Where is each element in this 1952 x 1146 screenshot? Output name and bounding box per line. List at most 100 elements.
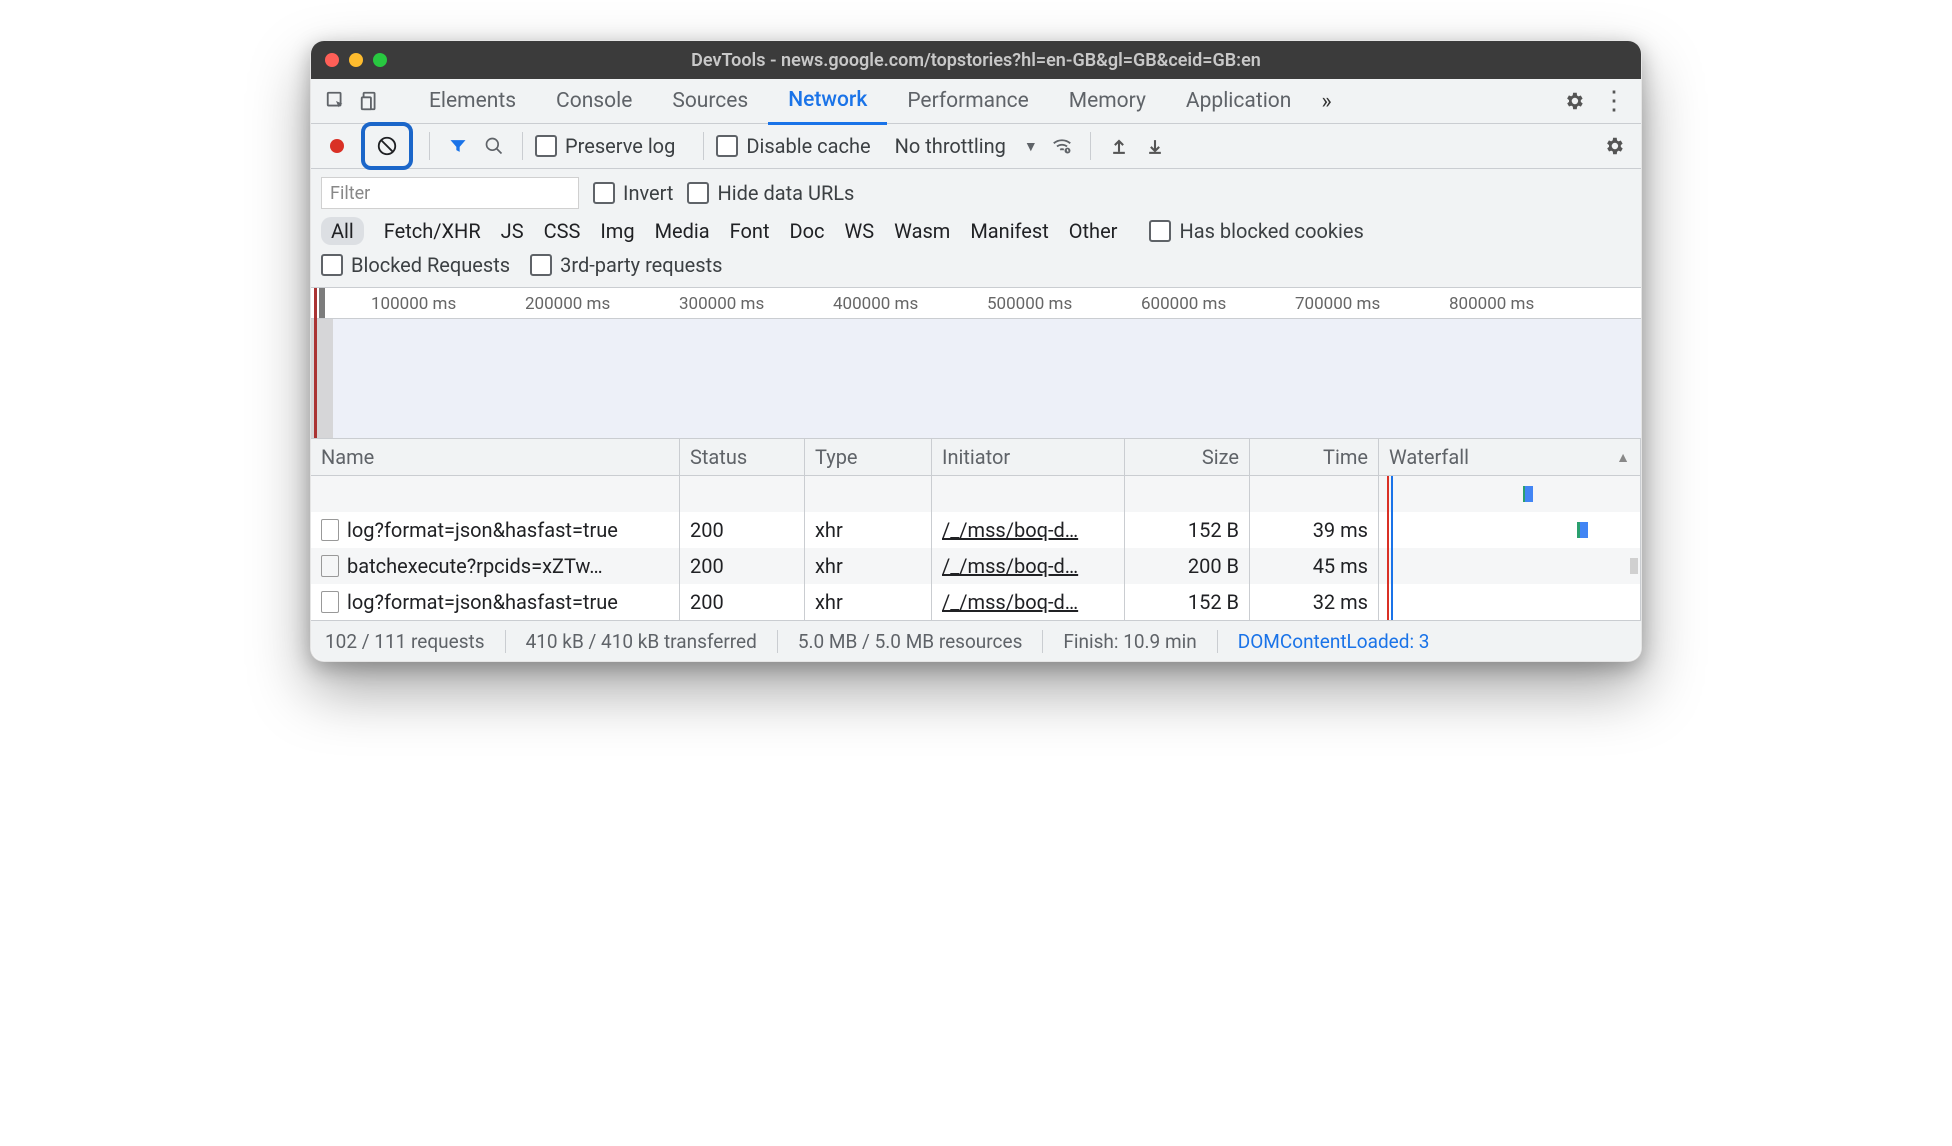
table-row[interactable]: log?format=json&hasfast=true 200 xhr /_/… [311, 512, 1641, 548]
tab-sources[interactable]: Sources [652, 79, 768, 123]
type-pill-other[interactable]: Other [1069, 219, 1118, 243]
request-size: 152 B [1125, 512, 1250, 548]
window-title: DevTools - news.google.com/topstories?hl… [311, 50, 1641, 71]
type-pill-ws[interactable]: WS [845, 219, 875, 243]
type-pill-img[interactable]: Img [600, 219, 634, 243]
type-pill-js[interactable]: JS [501, 219, 524, 243]
request-status: 200 [680, 548, 805, 584]
tab-performance[interactable]: Performance [887, 79, 1048, 123]
filter-input[interactable]: Filter [321, 177, 579, 209]
invert-checkbox[interactable]: Invert [593, 181, 673, 205]
throttling-value: No throttling [895, 134, 1006, 158]
blocked-requests-checkbox[interactable]: Blocked Requests [321, 253, 510, 277]
settings-icon[interactable] [1553, 90, 1595, 112]
hide-data-urls-checkbox[interactable]: Hide data URLs [687, 181, 854, 205]
blocked-requests-label: Blocked Requests [351, 253, 510, 277]
clear-button[interactable] [376, 135, 398, 157]
network-settings-icon[interactable] [1603, 135, 1631, 157]
filter-toggle-icon[interactable] [442, 130, 474, 162]
preserve-log-checkbox[interactable]: Preserve log [535, 134, 675, 158]
table-row[interactable] [311, 476, 1641, 512]
record-button[interactable] [321, 130, 353, 162]
disable-cache-checkbox[interactable]: Disable cache [716, 134, 870, 158]
th-status[interactable]: Status [680, 439, 805, 475]
import-har-icon[interactable] [1103, 136, 1135, 156]
more-tabs-button[interactable]: » [1311, 89, 1341, 114]
blocked-cookies-checkbox[interactable]: Has blocked cookies [1149, 219, 1363, 243]
request-initiator[interactable]: /_/mss/boq-d… [942, 554, 1078, 578]
request-size: 200 B [1125, 548, 1250, 584]
type-pill-css[interactable]: CSS [544, 219, 581, 243]
request-initiator[interactable]: /_/mss/boq-d… [942, 590, 1078, 614]
timeline-ruler: 100000 ms 200000 ms 300000 ms 400000 ms … [311, 288, 1641, 319]
table-row[interactable]: log?format=json&hasfast=true 200 xhr /_/… [311, 584, 1641, 620]
type-pill-doc[interactable]: Doc [790, 219, 825, 243]
status-bar: 102 / 111 requests 410 kB / 410 kB trans… [311, 621, 1641, 661]
type-pill-font[interactable]: Font [730, 219, 770, 243]
timeline-tick: 100000 ms [371, 294, 456, 314]
type-pill-media[interactable]: Media [655, 219, 710, 243]
inspect-element-icon[interactable] [319, 79, 353, 123]
close-window-button[interactable] [325, 53, 339, 67]
load-marker [314, 288, 317, 438]
network-conditions-icon[interactable] [1046, 130, 1078, 162]
request-table: Name Status Type Initiator Size Time Wat… [311, 439, 1641, 621]
document-icon [321, 519, 339, 541]
document-icon [321, 555, 339, 577]
export-har-icon[interactable] [1139, 136, 1171, 156]
request-status: 200 [680, 512, 805, 548]
timeline-tick: 600000 ms [1141, 294, 1226, 314]
timeline-overview[interactable]: 100000 ms 200000 ms 300000 ms 400000 ms … [311, 288, 1641, 439]
request-time: 45 ms [1250, 548, 1379, 584]
network-toolbar: Preserve log Disable cache No throttling… [311, 124, 1641, 169]
timeline-tick: 500000 ms [987, 294, 1072, 314]
window-controls [325, 53, 387, 67]
type-filter-pills: All Fetch/XHR JS CSS Img Media Font Doc … [321, 217, 1631, 245]
status-requests: 102 / 111 requests [325, 630, 506, 653]
tab-memory[interactable]: Memory [1049, 79, 1166, 123]
invert-label: Invert [623, 181, 673, 205]
preserve-log-label: Preserve log [565, 134, 675, 158]
chevron-down-icon: ▼ [1024, 138, 1038, 155]
th-size[interactable]: Size [1125, 439, 1250, 475]
request-name: log?format=json&hasfast=true [347, 518, 618, 542]
third-party-checkbox[interactable]: 3rd-party requests [530, 253, 722, 277]
maximize-window-button[interactable] [373, 53, 387, 67]
status-domcontentloaded: DOMContentLoaded: 3 [1218, 630, 1430, 653]
search-icon[interactable] [478, 130, 510, 162]
th-name[interactable]: Name [311, 439, 680, 475]
th-initiator[interactable]: Initiator [932, 439, 1125, 475]
type-pill-wasm[interactable]: Wasm [894, 219, 950, 243]
request-initiator[interactable]: /_/mss/boq-d… [942, 518, 1078, 542]
timeline-tick: 400000 ms [833, 294, 918, 314]
request-time: 32 ms [1250, 584, 1379, 620]
more-options-icon[interactable]: ⋮ [1595, 88, 1633, 114]
type-pill-all[interactable]: All [321, 217, 364, 245]
request-size: 152 B [1125, 584, 1250, 620]
timeline-tick: 300000 ms [679, 294, 764, 314]
throttling-select[interactable]: No throttling ▼ [891, 134, 1042, 158]
filter-bar: Filter Invert Hide data URLs All Fetch/X… [311, 169, 1641, 288]
hide-data-urls-label: Hide data URLs [717, 181, 854, 205]
panel-tabs: Elements Console Sources Network Perform… [311, 79, 1641, 124]
tab-elements[interactable]: Elements [409, 79, 536, 123]
type-pill-fetch-xhr[interactable]: Fetch/XHR [384, 219, 481, 243]
tab-application[interactable]: Application [1166, 79, 1311, 123]
request-type: xhr [805, 548, 932, 584]
titlebar: DevTools - news.google.com/topstories?hl… [311, 41, 1641, 79]
th-type[interactable]: Type [805, 439, 932, 475]
device-toolbar-icon[interactable] [353, 79, 387, 123]
tab-network[interactable]: Network [768, 78, 887, 125]
devtools-window: DevTools - news.google.com/topstories?hl… [310, 40, 1642, 662]
tab-console[interactable]: Console [536, 79, 652, 123]
th-waterfall[interactable]: Waterfall▲ [1379, 439, 1641, 475]
th-time[interactable]: Time [1250, 439, 1379, 475]
table-header: Name Status Type Initiator Size Time Wat… [311, 439, 1641, 476]
type-pill-manifest[interactable]: Manifest [970, 219, 1048, 243]
table-row[interactable]: batchexecute?rpcids=xZTw… 200 xhr /_/mss… [311, 548, 1641, 584]
minimize-window-button[interactable] [349, 53, 363, 67]
timeline-tick: 200000 ms [525, 294, 610, 314]
third-party-label: 3rd-party requests [560, 253, 722, 277]
request-time: 39 ms [1250, 512, 1379, 548]
status-finish: Finish: 10.9 min [1043, 630, 1217, 653]
